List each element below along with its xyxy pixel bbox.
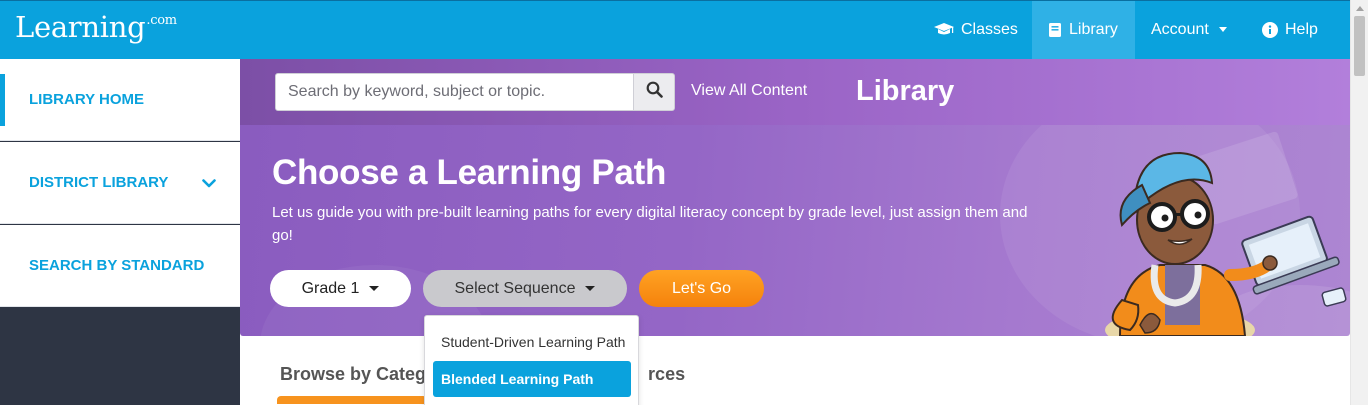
sidebar-item-label: SEARCH BY STANDARD [29, 257, 205, 274]
main-content: View All Content Library Choose a Learni… [240, 59, 1350, 405]
brand-logo[interactable]: Learning.com [15, 10, 177, 44]
search-input[interactable] [275, 73, 634, 111]
banner-title: Choose a Learning Path [272, 153, 667, 192]
top-navbar: Learning.com Classes Library Account Hel… [0, 0, 1350, 59]
sidebar: LIBRARY HOME DISTRICT LIBRARY SEARCH BY … [0, 59, 240, 405]
sidebar-item-label: DISTRICT LIBRARY [29, 174, 169, 191]
option-label: Blended Learning Path [441, 371, 594, 387]
sequence-select[interactable]: Select Sequence [423, 270, 627, 307]
book-icon [1048, 22, 1062, 38]
graduation-cap-icon [934, 22, 954, 37]
scroll-up-arrow-icon[interactable] [1356, 6, 1364, 11]
search-header: View All Content Library [240, 59, 1350, 125]
nav-classes-label: Classes [961, 20, 1018, 38]
caret-down-icon [369, 286, 380, 291]
browse-tab-indicator [277, 396, 427, 404]
nav-help-label: Help [1285, 20, 1318, 38]
nav-classes[interactable]: Classes [918, 0, 1034, 59]
page-title: Library [856, 75, 955, 107]
sequence-select-value: Select Sequence [454, 279, 576, 297]
nav-account[interactable]: Account [1135, 0, 1243, 59]
nav-library[interactable]: Library [1032, 0, 1135, 59]
lets-go-button[interactable]: Let's Go [639, 270, 764, 307]
chevron-down-icon[interactable] [202, 175, 216, 192]
student-character-illustration [1105, 131, 1350, 336]
search-button[interactable] [633, 73, 675, 111]
caret-down-icon [1218, 27, 1227, 32]
nav-library-label: Library [1069, 20, 1118, 38]
option-label: Student-Driven Learning Path [441, 334, 626, 350]
vertical-scrollbar[interactable] [1350, 0, 1368, 405]
grade-select-value: Grade 1 [301, 279, 360, 297]
nav-help[interactable]: Help [1246, 0, 1334, 59]
learning-path-banner: Choose a Learning Path Let us guide you … [240, 125, 1350, 336]
grade-select[interactable]: Grade 1 [270, 270, 411, 307]
sidebar-item-district-library[interactable]: DISTRICT LIBRARY [0, 142, 240, 224]
search-icon [646, 81, 663, 103]
sidebar-item-search-by-standard[interactable]: SEARCH BY STANDARD [0, 225, 240, 307]
sequence-option-student-driven[interactable]: Student-Driven Learning Path [433, 324, 631, 360]
sequence-option-blended[interactable]: Blended Learning Path [433, 361, 631, 397]
lets-go-label: Let's Go [671, 279, 732, 297]
scrollbar-thumb[interactable] [1354, 16, 1365, 76]
banner-description: Let us guide you with pre-built learning… [272, 204, 1028, 244]
info-circle-icon [1262, 21, 1278, 38]
nav-account-label: Account [1151, 20, 1209, 38]
caret-down-icon [585, 286, 596, 291]
sidebar-item-library-home[interactable]: LIBRARY HOME [0, 59, 240, 141]
sidebar-item-label: LIBRARY HOME [29, 91, 145, 108]
sequence-dropdown-menu: Student-Driven Learning Path Blended Lea… [424, 315, 639, 405]
view-all-content-link[interactable]: View All Content [691, 82, 807, 100]
window-top-border [0, 0, 1368, 1]
